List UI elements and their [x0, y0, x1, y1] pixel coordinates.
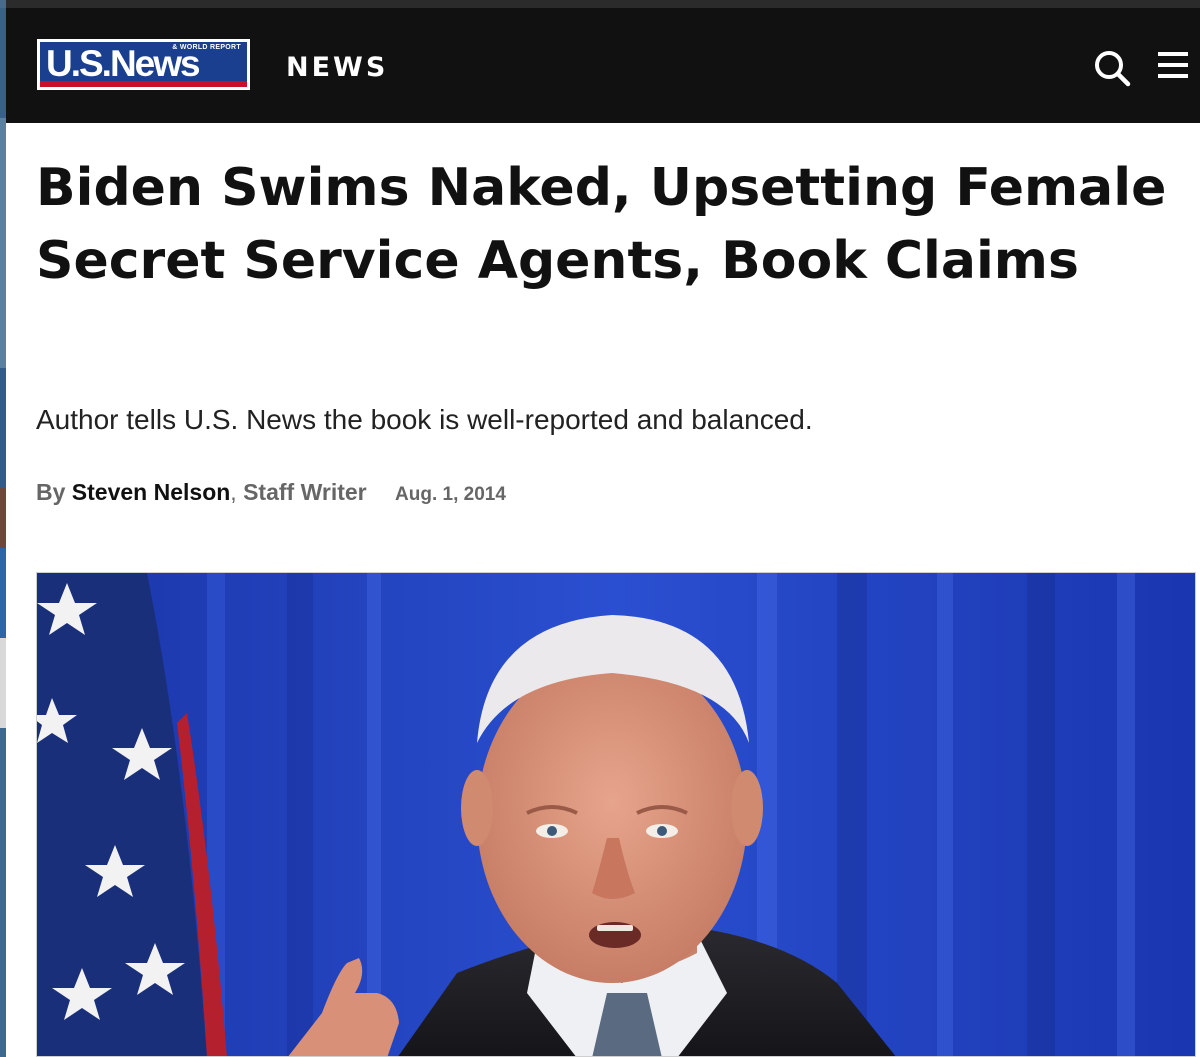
- logo-red-stripe: [40, 81, 247, 87]
- hero-photo: [37, 573, 1195, 1056]
- hamburger-menu-icon[interactable]: [1158, 52, 1190, 82]
- menu-bar: [1158, 74, 1188, 78]
- article-byline: By Steven Nelson, Staff Writer Aug. 1, 2…: [36, 479, 506, 506]
- adjacent-window-edge: [0, 0, 6, 1057]
- menu-bar: [1158, 63, 1188, 67]
- article-subheadline: Author tells U.S. News the book is well-…: [36, 404, 813, 435]
- byline-prefix: By: [36, 479, 66, 505]
- article-headline: Biden Swims Naked, Upsetting Female Secr…: [36, 158, 1167, 291]
- search-button[interactable]: [1092, 48, 1132, 88]
- section-label-news[interactable]: NEWS: [286, 52, 388, 83]
- author-link[interactable]: Steven Nelson: [72, 479, 231, 505]
- article-hero-image: [36, 572, 1196, 1057]
- right-ear: [731, 770, 763, 846]
- logo-subtext: & WORLD REPORT: [172, 44, 241, 51]
- usnews-logo[interactable]: U.S.News & WORLD REPORT: [37, 39, 250, 90]
- window-top-border: [0, 0, 1200, 8]
- search-icon: [1095, 51, 1131, 87]
- logo-badge: U.S.News & WORLD REPORT: [40, 42, 247, 87]
- publish-date: Aug. 1, 2014: [395, 484, 506, 505]
- author-role: Staff Writer: [243, 479, 367, 505]
- menu-bar: [1158, 52, 1188, 56]
- left-ear: [461, 770, 493, 846]
- byline-separator: ,: [230, 479, 237, 505]
- site-header: U.S.News & WORLD REPORT NEWS: [6, 8, 1200, 123]
